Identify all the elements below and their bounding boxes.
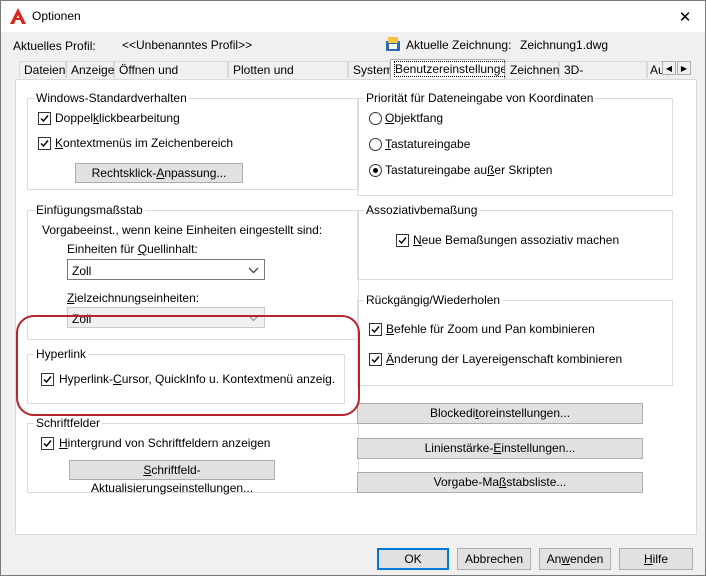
radio-tastatureingabe-label[interactable]: Tastatureingabe xyxy=(385,137,470,151)
doubleclick-checkbox[interactable] xyxy=(38,112,51,125)
tab-anzeige[interactable]: Anzeige xyxy=(66,61,114,78)
tab-3d-modellierung[interactable]: 3D-Modellierung xyxy=(559,61,647,94)
rightclick-customize-button[interactable]: Rechtsklick-Anpassung... xyxy=(75,163,243,183)
cancel-button[interactable]: Abbrechen xyxy=(457,548,531,570)
group-title: Assoziativbemaßung xyxy=(364,203,480,217)
assoc-dim-checkbox[interactable] xyxy=(396,234,409,247)
autocad-app-icon xyxy=(10,8,26,24)
user-preferences-panel: Windows-Standardverhalten Doppelklickbea… xyxy=(15,79,697,535)
contextmenu-checkbox[interactable] xyxy=(38,137,51,150)
options-dialog: Optionen ✕ Aktuelles Profil: <<Unbenannt… xyxy=(0,0,706,576)
tab-benutzereinstellungen[interactable]: Benutzereinstellungen xyxy=(390,59,515,79)
default-scale-list-button[interactable]: Vorgabe-Maßstabsliste... xyxy=(357,472,643,493)
lineweight-settings-button[interactable]: Linienstärke-Einstellungen... xyxy=(357,438,643,459)
drawing-value: Zeichnung1.dwg xyxy=(520,38,609,52)
target-units-select[interactable]: Zoll xyxy=(67,307,265,328)
source-units-label: Einheiten für Quellinhalt: xyxy=(67,242,198,256)
title-bar: Optionen ✕ xyxy=(1,1,705,32)
hyperlink-group: Hyperlink Hyperlink-Cursor, QuickInfo u.… xyxy=(27,347,345,404)
drawing-icon xyxy=(386,37,400,51)
layer-change-label[interactable]: Änderung der Layereigenschaft kombiniere… xyxy=(386,352,622,366)
group-title: Schriftfelder xyxy=(34,416,103,430)
ok-button[interactable]: OK xyxy=(377,548,449,570)
undo-redo-group: Rückgängig/Wiederholen Befehle für Zoom … xyxy=(357,293,673,386)
hyperlink-cursor-label[interactable]: Hyperlink-Cursor, QuickInfo u. Kontextme… xyxy=(59,372,335,386)
assoc-dim-label[interactable]: Neue Bemaßungen assoziativ machen xyxy=(413,233,619,247)
help-button[interactable]: Hilfe xyxy=(619,548,693,570)
assoc-dim-group: Assoziativbemaßung Neue Bemaßungen assoz… xyxy=(357,203,673,280)
chevron-down-icon xyxy=(248,315,259,322)
zoom-pan-label[interactable]: Befehle für Zoom und Pan kombinieren xyxy=(386,322,595,336)
radio-tastatureingabe[interactable] xyxy=(369,138,382,151)
insert-scale-hint: Vorgabeeinst., wenn keine Einheiten eing… xyxy=(42,223,323,237)
group-title: Rückgängig/Wiederholen xyxy=(364,293,503,307)
tab-oeffnen-speichern[interactable]: Öffnen und Speichern xyxy=(114,61,228,94)
radio-objektfang[interactable] xyxy=(369,112,382,125)
field-background-label[interactable]: Hintergrund von Schriftfeldern anzeigen xyxy=(59,436,270,450)
hyperlink-cursor-checkbox[interactable] xyxy=(41,373,54,386)
fields-group: Schriftfelder Hintergrund von Schriftfel… xyxy=(27,416,359,495)
target-units-label: Zielzeichnungseinheiten: xyxy=(67,291,200,305)
drawing-label: Aktuelle Zeichnung: xyxy=(406,38,512,52)
arrow-right-icon: ▶ xyxy=(680,64,688,73)
tab-scroll-left[interactable]: ◀ xyxy=(662,61,676,75)
insert-scale-group: Einfügungsmaßstab Vorgabeeinst., wenn ke… xyxy=(27,203,359,340)
group-title: Priorität für Dateneingabe von Koordinat… xyxy=(364,91,596,105)
block-editor-settings-button[interactable]: Blockeditoreinstellungen... xyxy=(357,403,643,424)
radio-tastatureingabe-ausser-skripten-label[interactable]: Tastatureingabe außer Skripten xyxy=(385,163,552,177)
priority-group: Priorität für Dateneingabe von Koordinat… xyxy=(357,91,673,196)
group-title: Einfügungsmaßstab xyxy=(34,203,145,217)
radio-tastatureingabe-ausser-skripten[interactable] xyxy=(369,164,382,177)
tab-zeichnen[interactable]: Zeichnen xyxy=(505,61,559,78)
radio-objektfang-label[interactable]: Objektfang xyxy=(385,111,443,125)
tab-system[interactable]: System xyxy=(348,61,393,78)
window-title: Optionen xyxy=(32,9,81,23)
contextmenu-label[interactable]: Kontextmenüs im Zeichenbereich xyxy=(55,136,233,150)
tab-dateien[interactable]: Dateien xyxy=(19,61,66,78)
layer-change-checkbox[interactable] xyxy=(369,353,382,366)
field-background-checkbox[interactable] xyxy=(41,437,54,450)
tab-scroll-right[interactable]: ▶ xyxy=(677,61,691,75)
chevron-down-icon xyxy=(248,267,259,274)
group-title: Windows-Standardverhalten xyxy=(34,91,189,105)
windows-standard-group: Windows-Standardverhalten Doppelklickbea… xyxy=(27,91,359,190)
profile-value: <<Unbenanntes Profil>> xyxy=(122,38,253,52)
apply-button[interactable]: Anwenden xyxy=(539,548,611,570)
field-update-settings-button[interactable]: Schriftfeld-Aktualisierungseinstellungen… xyxy=(69,460,275,495)
close-icon: ✕ xyxy=(678,8,692,26)
zoom-pan-checkbox[interactable] xyxy=(369,323,382,336)
tab-strip: Dateien Anzeige Öffnen und Speichern Plo… xyxy=(15,59,697,94)
arrow-left-icon: ◀ xyxy=(665,64,673,73)
group-title: Hyperlink xyxy=(34,347,89,361)
source-units-select[interactable]: Zoll xyxy=(67,259,265,280)
doubleclick-label[interactable]: Doppelklickbearbeitung xyxy=(55,111,180,125)
profile-label: Aktuelles Profil: xyxy=(13,39,96,53)
tab-plotten-publizieren[interactable]: Plotten und Publizieren xyxy=(228,61,348,94)
close-button[interactable]: ✕ xyxy=(665,1,705,32)
